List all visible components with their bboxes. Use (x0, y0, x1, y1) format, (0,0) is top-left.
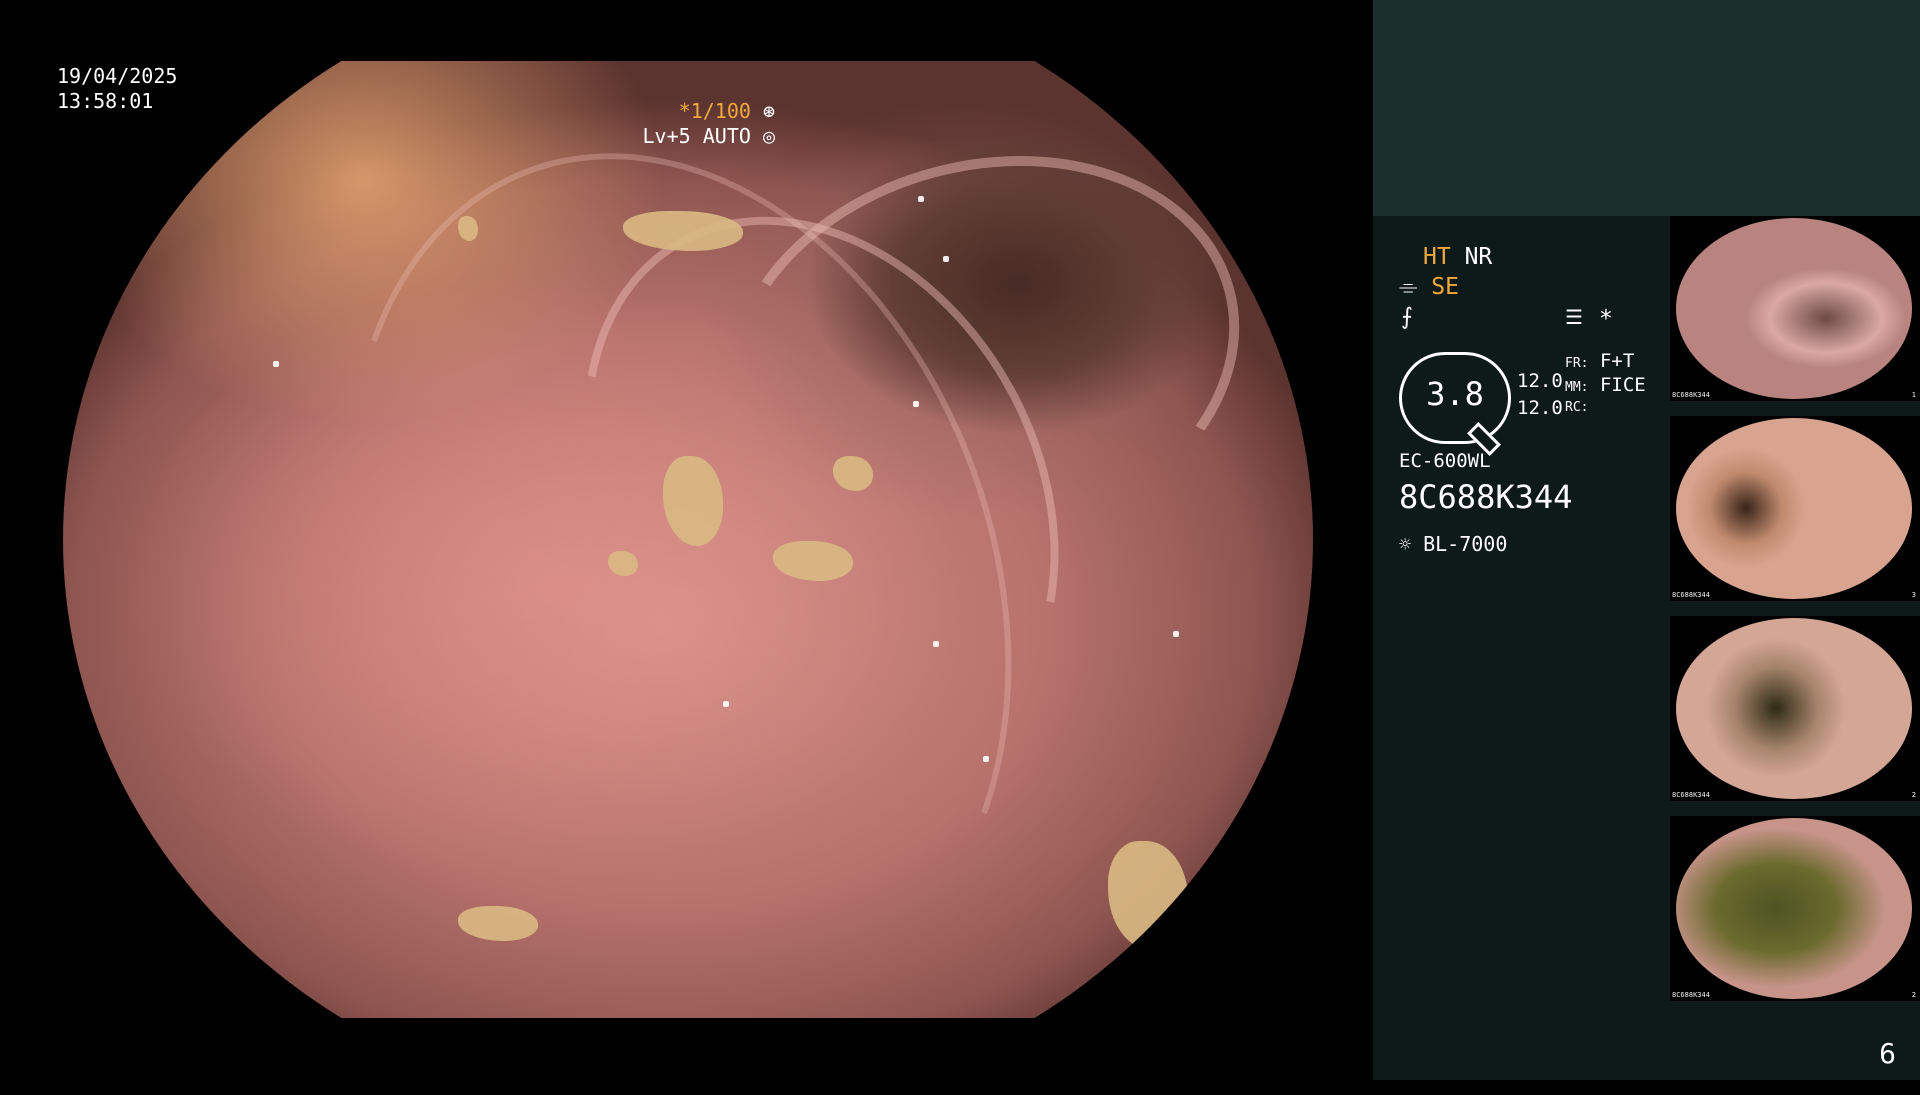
stool-debris (1108, 841, 1188, 951)
endoscopy-image (63, 59, 1313, 1095)
se-row: ⌯ SE (1399, 274, 1459, 300)
ht-nr-row: HT NR (1423, 244, 1492, 270)
auto-iris-icon: ◎ (762, 124, 775, 148)
thumbnail-index: 1 (1911, 391, 1916, 399)
se-label: SE (1431, 274, 1459, 300)
light-source-row: ☼ BL-7000 (1399, 532, 1507, 556)
stool-debris (458, 906, 538, 941)
thumbnail-image (1676, 418, 1912, 599)
thumbnail-2[interactable]: 8C688K344 3 (1670, 416, 1920, 601)
light-source-model: BL-7000 (1423, 532, 1508, 556)
info-panel-header (1373, 0, 1920, 216)
thumbnail-index: 2 (1911, 791, 1916, 799)
light-source-icon: ☼ (1399, 532, 1412, 556)
thumbnail-serial: 8C688K344 (1672, 391, 1710, 399)
zoom-ring: 3.8 (1399, 352, 1511, 456)
date-time-stamp: 19/04/2025 13:58:01 (57, 64, 177, 114)
thumbnail-image (1676, 618, 1912, 799)
value-2: 12.0 (1517, 397, 1563, 419)
exposure-mode: AUTO (702, 124, 751, 148)
shutter-speed: *1/100 (678, 99, 751, 123)
thumbnail-image (1676, 218, 1912, 399)
filter-icon: ☰ (1565, 305, 1583, 329)
structure-enhance-icon: ⌯ (1399, 274, 1418, 300)
thumbnail-3[interactable]: 8C688K344 2 (1670, 616, 1920, 801)
thumbnail-1[interactable]: 8C688K344 1 (1670, 216, 1920, 401)
rc-label: RC: (1565, 400, 1589, 415)
light-glint (723, 701, 729, 707)
page-number: 6 (1879, 1037, 1896, 1070)
value-1: 12.0 (1517, 370, 1563, 392)
zoom-value: 3.8 (1426, 375, 1484, 413)
ht-label: HT (1423, 244, 1451, 270)
light-glint (273, 361, 279, 367)
light-glint (933, 641, 939, 647)
mm-label: MM: (1565, 380, 1589, 395)
date-text: 19/04/2025 (57, 64, 178, 88)
thumbnail-image (1676, 818, 1912, 999)
fr-label: FR: (1565, 356, 1589, 371)
iris-icon: ⊛ (762, 99, 775, 123)
thumbnail-serial: 8C688K344 (1672, 791, 1710, 799)
live-view: 19/04/2025 13:58:01 *1/100 ⊛ Lv+5 AUTO ◎ (0, 0, 1373, 1095)
rc-row: RC: (1565, 400, 1588, 415)
asterisk-indicator: * (1599, 306, 1613, 332)
thumbnail-4[interactable]: 8C688K344 2 (1670, 816, 1920, 1001)
mm-row: MM: FICE (1565, 374, 1646, 396)
light-glint (1173, 631, 1179, 637)
color-enhance-icon: ⨍ (1401, 304, 1413, 330)
brightness-level: Lv+5 (642, 124, 691, 148)
light-glint (983, 756, 989, 762)
fr-value: F+T (1599, 350, 1635, 372)
nr-label: NR (1464, 244, 1493, 270)
light-glint (913, 401, 919, 407)
stool-debris (458, 216, 478, 241)
scope-serial: 8C688K344 (1399, 478, 1573, 516)
exposure-readout: *1/100 ⊛ Lv+5 AUTO ◎ (643, 99, 775, 149)
light-glint (943, 256, 949, 262)
thumbnail-serial: 8C688K344 (1672, 591, 1710, 599)
mm-value: FICE (1599, 374, 1646, 396)
thumbnail-index: 3 (1911, 591, 1916, 599)
scope-model: EC-600WL (1399, 450, 1491, 472)
time-text: 13:58:01 (57, 89, 154, 113)
light-glint (918, 196, 924, 202)
thumbnail-serial: 8C688K344 (1672, 991, 1710, 999)
thumbnail-index: 2 (1911, 991, 1916, 999)
fr-row: FR: F+T (1565, 350, 1634, 372)
